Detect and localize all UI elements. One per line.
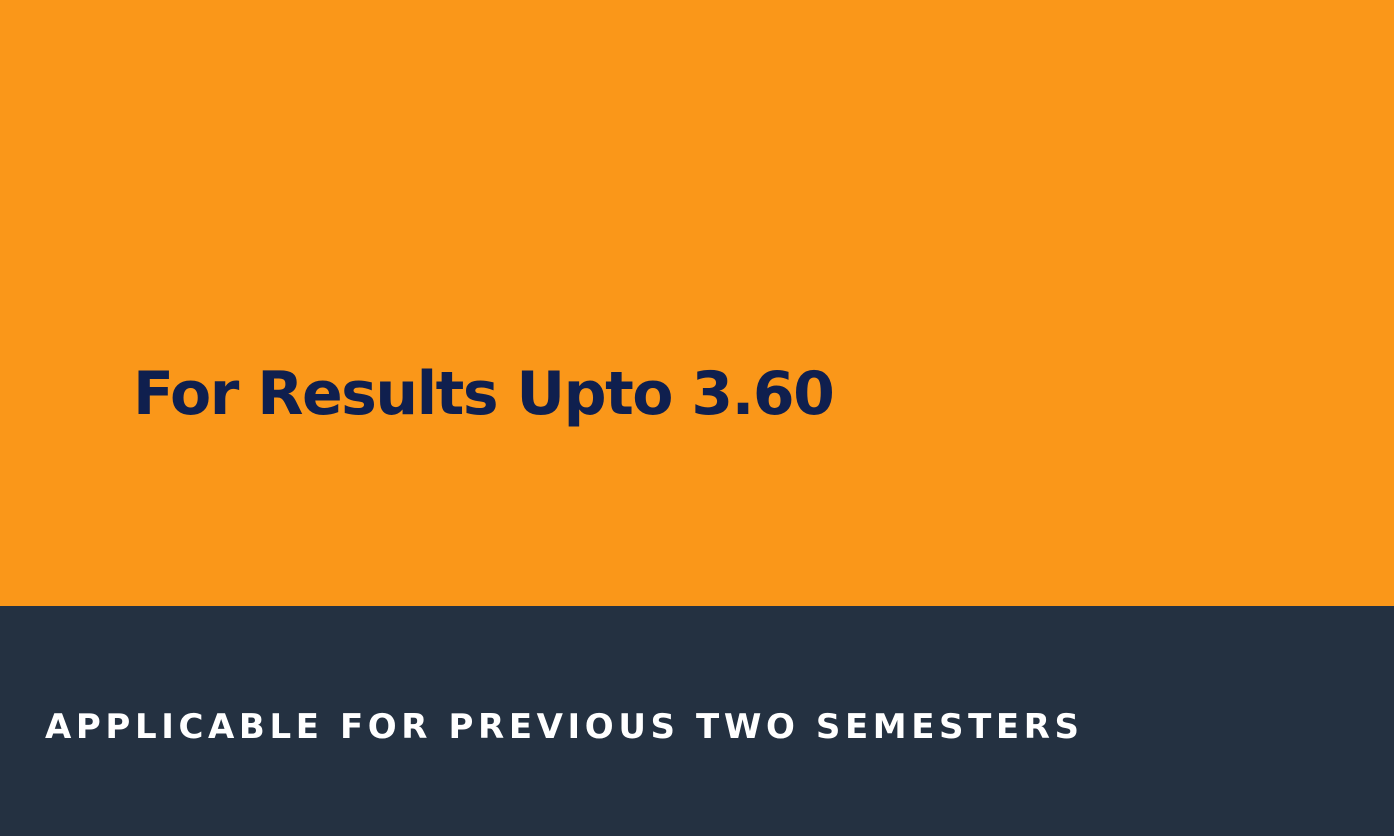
headline-text: For Results Upto 3.60 xyxy=(133,359,835,429)
applicability-note: APPLICABLE FOR PREVIOUS TWO SEMESTERS xyxy=(45,707,1084,747)
footer-banner: APPLICABLE FOR PREVIOUS TWO SEMESTERS xyxy=(0,606,1394,836)
headline-banner: For Results Upto 3.60 xyxy=(0,0,1394,606)
